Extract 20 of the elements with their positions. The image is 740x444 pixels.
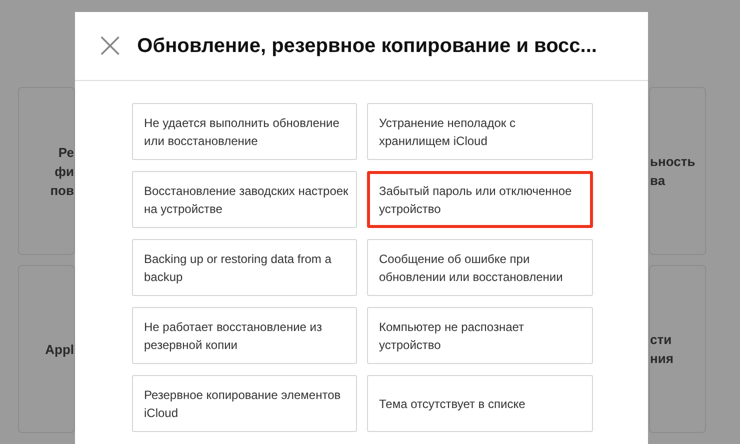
topic-option[interactable]: Backing up or restoring data from a backup xyxy=(132,239,357,296)
topic-option[interactable]: Не работает восстановление из резервной копии xyxy=(132,307,357,364)
topic-option[interactable]: Забытый пароль или отключенное устройство xyxy=(367,171,593,228)
topic-option[interactable]: Восстановление заводских настроек на устройстве xyxy=(132,171,357,228)
card-text-fragment: Appl xyxy=(45,340,74,358)
topic-option[interactable]: Не удается выполнить обновление или восстановление xyxy=(132,103,357,160)
card-text-fragment: пов xyxy=(50,182,74,200)
card-text-fragment: ва xyxy=(650,172,666,190)
topic-option[interactable]: Тема отсутствует в списке xyxy=(367,375,593,432)
card-text-fragment: фи xyxy=(54,162,74,180)
card-text-fragment: ьность xyxy=(650,153,696,171)
topic-option[interactable]: Сообщение об ошибке при обновлении или восстановлении xyxy=(367,239,593,296)
topic-option[interactable]: Компьютер не распознает устройство xyxy=(367,307,593,364)
card-text-fragment: ния xyxy=(650,350,674,368)
topic-option[interactable]: Резервное копирование элементов iCloud xyxy=(132,375,357,432)
card-text-fragment: Ре xyxy=(58,144,74,162)
topic-option[interactable]: Устранение неполадок с хранилищем iCloud xyxy=(367,103,593,160)
dialog-title: Обновление, резервное копирование и восс... xyxy=(137,34,597,58)
close-button[interactable]: × xyxy=(95,31,126,61)
card-text-fragment: сти xyxy=(650,331,672,349)
